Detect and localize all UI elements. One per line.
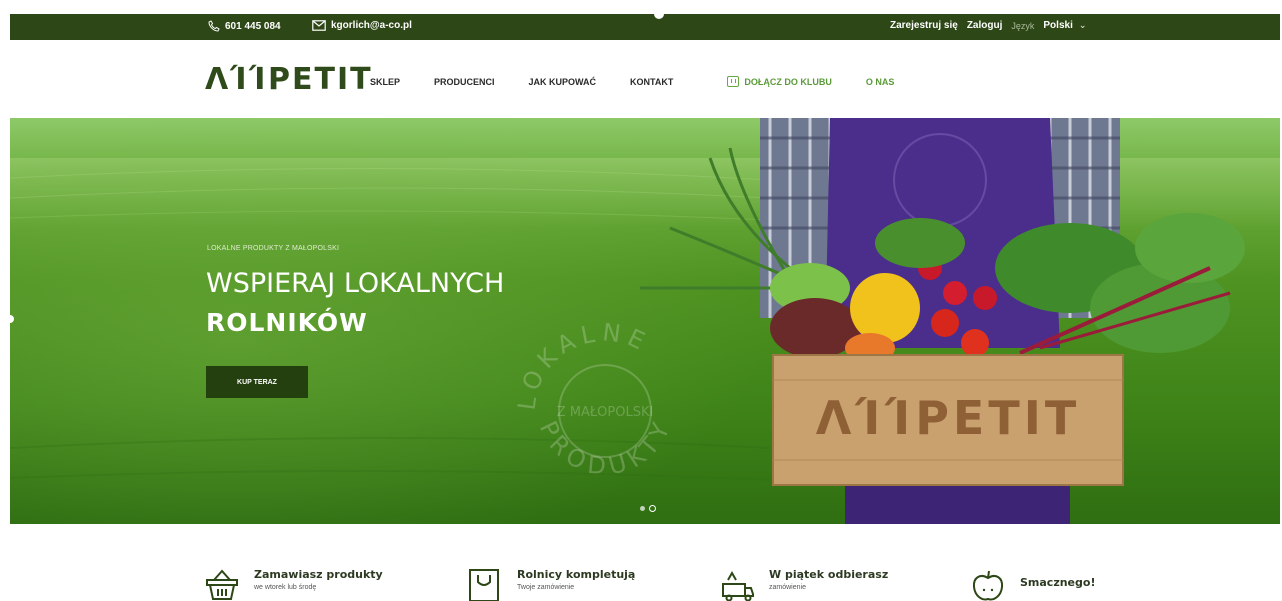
step-enjoy: Smacznego!: [970, 568, 1095, 601]
register-link[interactable]: Zarejestruj się: [890, 20, 958, 31]
svg-text:Z MAŁOPOLSKI: Z MAŁOPOLSKI: [557, 405, 654, 420]
apple-icon: [972, 570, 1004, 601]
scroll-indicator: [654, 9, 664, 19]
step-order: Zamawiasz produkty we wtorek lub środę: [204, 568, 383, 601]
step-pickup: W piątek odbierasz zamówienie: [719, 568, 888, 601]
slider-dot-1[interactable]: [640, 506, 645, 511]
phone-number: 601 445 084: [225, 20, 281, 32]
nav-item-jak-kupowac[interactable]: JAK KUPOWAĆ: [529, 77, 597, 87]
main-nav: ΛΊΊPETIT SKLEP PRODUCENCI JAK KUPOWAĆ KO…: [0, 40, 1282, 118]
step-subtitle: zamówienie: [769, 584, 806, 591]
nav-item-o-nas[interactable]: O NAS: [866, 77, 895, 87]
phone-contact[interactable]: 601 445 084: [208, 20, 281, 32]
nav-item-sklep[interactable]: SKLEP: [370, 77, 400, 87]
hero-heading-line2: ROLNIKÓW: [206, 308, 368, 337]
local-products-seal: LOKALNE Z MAŁOPOLSKI PRODUKTY: [513, 318, 678, 481]
mail-icon: [312, 20, 326, 31]
chevron-down-icon[interactable]: ⌄: [1079, 20, 1087, 31]
slider-dot-2[interactable]: [649, 505, 656, 512]
site-logo[interactable]: ΛΊΊPETIT: [205, 62, 373, 97]
buy-now-button[interactable]: KUP TERAZ: [206, 366, 308, 398]
svg-text:PRODUKTY: PRODUKTY: [534, 414, 678, 481]
step-subtitle: we wtorek lub środę: [254, 584, 317, 591]
bag-icon: [469, 569, 499, 601]
how-it-works: Zamawiasz produkty we wtorek lub środę R…: [0, 524, 1282, 601]
step-title: Rolnicy kompletują: [517, 568, 636, 581]
delivery-icon: [722, 570, 754, 601]
step-title: Zamawiasz produkty: [254, 568, 383, 581]
hero-heading-line1: WSPIERAJ LOKALNYCH: [206, 268, 505, 299]
login-link[interactable]: Zaloguj: [967, 20, 1003, 31]
language-select[interactable]: Polski: [1043, 20, 1072, 31]
basket-icon: [206, 569, 238, 600]
phone-icon: [208, 20, 220, 32]
hero-banner: ΛΊΊPETIT LOKALNE Z MAŁOPOLSKI PRODUKTY L…: [10, 118, 1280, 524]
club-label: DOŁĄCZ DO KLUBU: [744, 76, 832, 87]
top-bar: 601 445 084 kgorlich@a-co.pl Zarejestruj…: [10, 9, 1280, 40]
slider-dots: [640, 505, 656, 512]
hero-kicker: LOKALNE PRODUKTY Z MAŁOPOLSKI: [207, 245, 340, 252]
farmer-with-crate-image: ΛΊΊPETIT: [640, 118, 1245, 524]
email-address: kgorlich@a-co.pl: [331, 20, 412, 31]
language-label: Język: [1011, 20, 1035, 31]
crate-logo-text: ΛΊΊPETIT: [816, 391, 1080, 445]
step-title: Smacznego!: [1020, 576, 1096, 589]
svg-text:LOKALNE: LOKALNE: [513, 318, 655, 412]
step-subtitle: Twoje zamówienie: [517, 584, 575, 591]
step-title: W piątek odbierasz: [769, 568, 889, 581]
email-contact[interactable]: kgorlich@a-co.pl: [312, 20, 412, 31]
nav-item-club[interactable]: DOŁĄCZ DO KLUBU: [727, 76, 832, 87]
nav-item-kontakt[interactable]: KONTAKT: [630, 77, 673, 87]
club-icon: [727, 76, 740, 87]
step-compose: Rolnicy kompletują Twoje zamówienie: [467, 568, 635, 601]
nav-item-producenci[interactable]: PRODUCENCI: [434, 77, 495, 87]
